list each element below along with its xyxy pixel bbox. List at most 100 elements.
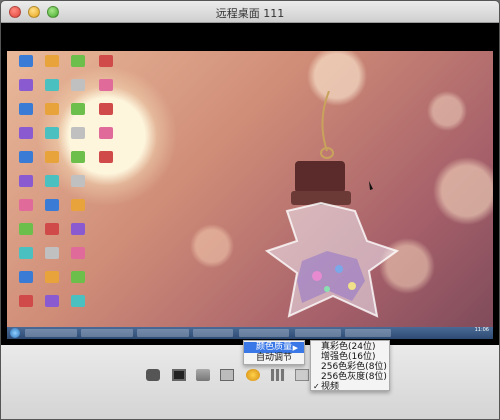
display-icon[interactable] [172, 369, 186, 381]
desktop-shortcut-icon[interactable] [39, 127, 65, 139]
shortcut-glyph-icon [71, 175, 85, 187]
desktop-shortcut-icon[interactable] [93, 127, 119, 139]
desktop-shortcut-icon[interactable] [13, 103, 39, 115]
taskbar-item[interactable] [239, 329, 289, 337]
screen-icon[interactable] [146, 369, 160, 381]
desktop-shortcut-icon[interactable] [13, 199, 39, 211]
taskbar-item[interactable] [345, 329, 391, 337]
shortcut-glyph-icon [45, 247, 59, 259]
shortcut-glyph-icon [45, 175, 59, 187]
desktop-shortcut-icon[interactable] [13, 79, 39, 91]
shortcut-glyph-icon [45, 295, 59, 307]
shortcut-glyph-icon [99, 79, 113, 91]
shortcut-glyph-icon [71, 151, 85, 163]
desktop-shortcut-icon[interactable] [39, 103, 65, 115]
desktop-shortcut-icon[interactable] [13, 151, 39, 163]
desktop-shortcut-icon[interactable] [65, 127, 91, 139]
taskbar-item[interactable] [193, 329, 233, 337]
desktop-shortcut-icon[interactable] [65, 103, 91, 115]
shortcut-glyph-icon [99, 55, 113, 67]
shortcut-glyph-icon [19, 175, 33, 187]
shortcut-glyph-icon [19, 55, 33, 67]
desktop-shortcut-icon[interactable] [13, 127, 39, 139]
shortcut-glyph-icon [99, 127, 113, 139]
desktop-shortcut-icon[interactable] [65, 55, 91, 67]
keyboard-icon[interactable] [220, 369, 234, 381]
shortcut-glyph-icon [19, 247, 33, 259]
shortcut-glyph-icon [99, 151, 113, 163]
shortcut-glyph-icon [45, 223, 59, 235]
menu-item-color-quality[interactable]: 颜色质量 ▶ [244, 342, 304, 353]
desktop-shortcut-icon[interactable] [39, 271, 65, 283]
record-icon[interactable] [246, 369, 260, 381]
shortcut-glyph-icon [45, 103, 59, 115]
desktop-shortcut-icon[interactable] [93, 151, 119, 163]
title-bar[interactable]: 远程桌面 111 [1, 1, 499, 23]
taskbar-item[interactable] [295, 329, 341, 337]
shortcut-glyph-icon [71, 295, 85, 307]
remote-viewport[interactable]: 11:06 [1, 23, 499, 345]
desktop-shortcut-icon[interactable] [39, 223, 65, 235]
desktop-shortcut-icon[interactable] [65, 199, 91, 211]
shortcut-glyph-icon [71, 199, 85, 211]
desktop-shortcut-icon[interactable] [39, 199, 65, 211]
desktop-shortcut-icon[interactable] [93, 79, 119, 91]
desktop-shortcut-icon[interactable] [13, 271, 39, 283]
desktop-shortcut-icon[interactable] [65, 175, 91, 187]
desktop-shortcut-icon[interactable] [13, 55, 39, 67]
shortcut-glyph-icon [19, 271, 33, 283]
desktop-shortcut-icon[interactable] [65, 223, 91, 235]
doc-icon[interactable] [295, 369, 309, 381]
desktop-shortcut-icon[interactable] [65, 295, 91, 307]
shortcut-glyph-icon [99, 103, 113, 115]
shortcut-glyph-icon [71, 103, 85, 115]
desktop-shortcut-icon[interactable] [65, 151, 91, 163]
desktop-shortcut-icon[interactable] [13, 223, 39, 235]
desktop-shortcut-icon[interactable] [13, 295, 39, 307]
desktop-shortcut-icon[interactable] [93, 103, 119, 115]
window-title: 远程桌面 111 [215, 7, 285, 20]
view-context-menu: 颜色质量 ▶ 自动调节 [243, 340, 305, 365]
desktop-shortcut-icon[interactable] [39, 55, 65, 67]
menu-item-true-color[interactable]: 真彩色(24位) [311, 342, 389, 352]
desktop-shortcut-icon[interactable] [39, 247, 65, 259]
taskbar-item[interactable] [25, 329, 77, 337]
remote-desktop-window: 远程桌面 111 11:06 颜色质量 ▶ 自动调节 真彩色(24位) 增强色(… [0, 0, 500, 420]
shortcut-glyph-icon [19, 295, 33, 307]
menu-item-high-color[interactable]: 增强色(16位) [311, 352, 389, 362]
menu-item-256-gray[interactable]: 256色灰度(8位) [311, 372, 389, 382]
desktop-shortcut-icon[interactable] [65, 271, 91, 283]
shortcut-glyph-icon [45, 55, 59, 67]
menu-item-video[interactable]: ✓ 视频 [311, 382, 389, 392]
color-quality-submenu: 真彩色(24位) 增强色(16位) 256色彩色(8位) 256色灰度(8位) … [310, 340, 390, 392]
disk-icon[interactable] [196, 369, 210, 381]
desktop-shortcut-icon[interactable] [65, 247, 91, 259]
desktop-shortcut-icon[interactable] [39, 295, 65, 307]
shortcut-glyph-icon [45, 199, 59, 211]
menu-item-256-color[interactable]: 256色彩色(8位) [311, 362, 389, 372]
remote-taskbar[interactable]: 11:06 [7, 327, 493, 339]
taskbar-item[interactable] [137, 329, 189, 337]
shortcut-glyph-icon [71, 79, 85, 91]
shortcut-glyph-icon [71, 223, 85, 235]
shortcut-glyph-icon [19, 223, 33, 235]
checkmark-icon: ✓ [313, 382, 320, 391]
remote-desktop-screen[interactable]: 11:06 [7, 51, 493, 339]
shortcut-glyph-icon [45, 151, 59, 163]
desktop-shortcut-icon[interactable] [39, 151, 65, 163]
shortcut-glyph-icon [19, 79, 33, 91]
desktop-shortcut-icon[interactable] [13, 175, 39, 187]
start-button[interactable] [10, 328, 20, 338]
shortcut-glyph-icon [71, 271, 85, 283]
shortcut-glyph-icon [45, 271, 59, 283]
shortcut-glyph-icon [71, 127, 85, 139]
grid-icon[interactable] [271, 369, 285, 381]
taskbar-item[interactable] [81, 329, 133, 337]
shortcut-glyph-icon [19, 199, 33, 211]
desktop-shortcut-icon[interactable] [39, 79, 65, 91]
desktop-shortcut-icon[interactable] [65, 79, 91, 91]
desktop-shortcut-icon[interactable] [13, 247, 39, 259]
desktop-shortcut-icon[interactable] [93, 55, 119, 67]
menu-item-auto-adjust[interactable]: 自动调节 [244, 353, 304, 364]
desktop-shortcut-icon[interactable] [39, 175, 65, 187]
